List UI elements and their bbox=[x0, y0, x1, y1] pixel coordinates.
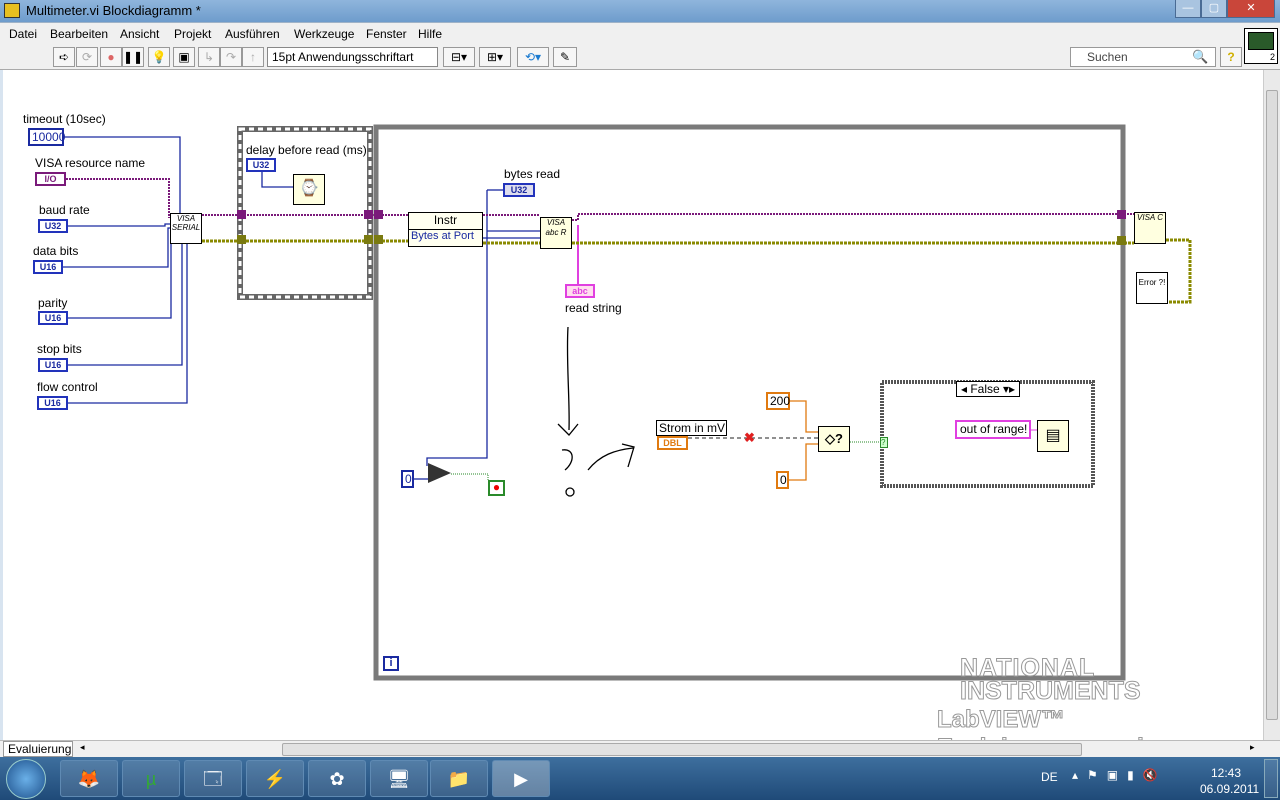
taskbar: 🦊 µ 🗔 ⚡ ✿ 🖥 📁 ▶ DE ▴⚑▣▮🔇 12:43 06.09.201… bbox=[0, 757, 1280, 800]
error-wire-3 bbox=[1166, 238, 1192, 304]
start-button[interactable] bbox=[6, 759, 46, 799]
network-taskbar-icon[interactable]: 🖥 bbox=[370, 760, 428, 797]
property-class: Instr bbox=[409, 213, 482, 230]
baud-rate-control[interactable]: U32 bbox=[38, 219, 68, 233]
property-node[interactable]: Instr Bytes at Port bbox=[408, 212, 483, 247]
wait-ms-icon[interactable]: ⌚ bbox=[293, 174, 325, 205]
strom-label: Strom in mV bbox=[656, 420, 727, 436]
clock-date[interactable]: 06.09.2011 bbox=[1200, 782, 1259, 796]
baud-wire bbox=[68, 223, 170, 227]
vi-icon-number: 2 bbox=[1269, 52, 1275, 62]
language-indicator[interactable]: DE bbox=[1041, 770, 1058, 784]
strom-control[interactable]: DBL bbox=[657, 436, 688, 450]
lower-limit-constant[interactable]: 0 bbox=[776, 471, 789, 489]
upper-limit-constant[interactable]: 200 bbox=[766, 392, 790, 410]
flow-control-label: flow control bbox=[37, 380, 98, 394]
delay-label: delay before read (ms) bbox=[246, 143, 367, 157]
greater-than-icon[interactable] bbox=[428, 463, 451, 483]
labview-taskbar-icon[interactable]: ▶ bbox=[492, 760, 550, 797]
explorer-taskbar-icon[interactable]: 🗔 bbox=[184, 760, 242, 797]
property-bytes-at-port[interactable]: Bytes at Port bbox=[409, 230, 482, 242]
bytes-read-label: bytes read bbox=[504, 167, 561, 181]
vertical-scroll-thumb[interactable] bbox=[1266, 90, 1278, 720]
read-string-indicator[interactable]: abc bbox=[565, 284, 595, 298]
case-selector-value: False bbox=[970, 382, 1000, 396]
visa-close-node[interactable]: VISA C bbox=[1134, 212, 1166, 244]
timeout-label: timeout (10sec) bbox=[23, 112, 106, 126]
parity-label: parity bbox=[38, 296, 68, 310]
show-desktop-button[interactable] bbox=[1264, 759, 1278, 798]
scroll-right-icon[interactable]: ▸ bbox=[1250, 742, 1255, 753]
visa-read-node[interactable]: VISA abc R bbox=[540, 217, 572, 249]
visa-resource-control[interactable]: I/O bbox=[35, 172, 66, 186]
flow-control-control[interactable]: U16 bbox=[37, 396, 68, 410]
visa-configure-serial-node[interactable]: VISA SERIAL bbox=[170, 213, 202, 244]
data-bits-label: data bits bbox=[33, 244, 79, 258]
delay-control[interactable]: U32 bbox=[246, 158, 276, 172]
data-bits-control[interactable]: U16 bbox=[33, 260, 63, 274]
folder-taskbar-icon[interactable]: 📁 bbox=[430, 760, 488, 797]
message-constant[interactable]: out of range! bbox=[955, 420, 1031, 439]
firefox-taskbar-icon[interactable]: 🦊 bbox=[60, 760, 118, 797]
flashget-taskbar-icon[interactable]: ⚡ bbox=[246, 760, 304, 797]
visa-resource-label: VISA resource name bbox=[35, 156, 146, 170]
clock-time[interactable]: 12:43 bbox=[1211, 766, 1241, 780]
stop-bits-label: stop bits bbox=[37, 342, 82, 356]
watermark-ni-line2: INSTRUMENTS bbox=[960, 677, 1142, 706]
timeout-wire bbox=[64, 136, 181, 213]
in-range-and-coerce-node[interactable]: ◇? bbox=[818, 426, 850, 452]
delay-wire bbox=[261, 171, 293, 188]
freehand-drawing bbox=[557, 326, 635, 497]
bytes-read-indicator[interactable]: U32 bbox=[503, 183, 535, 197]
broken-wire-icon[interactable]: ✖ bbox=[744, 430, 755, 446]
baud-rate-label: baud rate bbox=[39, 203, 90, 217]
case-selector-terminal: ? bbox=[880, 437, 888, 448]
wires bbox=[63, 124, 1192, 681]
zero-constant[interactable]: 0 bbox=[401, 470, 414, 488]
visa-wire-3 bbox=[572, 213, 1134, 221]
upper-limit-wire bbox=[790, 400, 818, 433]
stop-condition-icon[interactable]: ● bbox=[488, 480, 505, 496]
vertical-scrollbar[interactable] bbox=[1263, 70, 1280, 740]
scroll-left-icon[interactable]: ◂ bbox=[80, 742, 85, 753]
loop-iteration-terminal: i bbox=[383, 656, 399, 671]
utorrent-taskbar-icon[interactable]: µ bbox=[122, 760, 180, 797]
timeout-constant[interactable]: 10000 bbox=[28, 128, 65, 146]
icq-taskbar-icon[interactable]: ✿ bbox=[308, 760, 366, 797]
horizontal-scroll-thumb[interactable] bbox=[282, 743, 1082, 756]
bottom-bar: Evaluierung ◂ ▸ bbox=[0, 740, 1280, 757]
stopbits-wire bbox=[68, 243, 183, 366]
parity-control[interactable]: U16 bbox=[38, 311, 68, 325]
while-loop bbox=[373, 124, 1126, 681]
stop-bits-control[interactable]: U16 bbox=[38, 358, 68, 372]
parity-wire bbox=[68, 232, 172, 319]
one-button-dialog-icon[interactable]: ▤ bbox=[1037, 420, 1069, 452]
databits-wire bbox=[63, 227, 170, 268]
read-string-label: read string bbox=[565, 301, 622, 315]
tray-icons[interactable]: ▴⚑▣▮🔇 bbox=[1072, 768, 1167, 782]
case-selector-dropdown[interactable]: ◂ False ▾▸ bbox=[956, 381, 1020, 397]
simple-error-handler-node[interactable]: Error ?! bbox=[1136, 272, 1168, 304]
evaluation-tab[interactable]: Evaluierung bbox=[3, 741, 73, 757]
